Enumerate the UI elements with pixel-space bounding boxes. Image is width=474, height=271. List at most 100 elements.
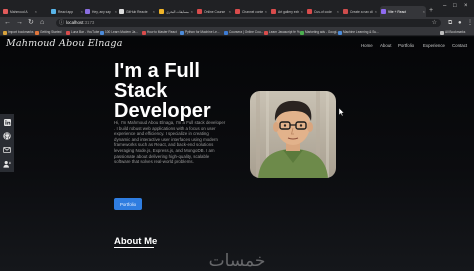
contact-icon[interactable] — [2, 159, 12, 169]
tab-favicon-icon — [197, 9, 202, 14]
about-heading: About Me — [114, 236, 158, 247]
nav-experience[interactable]: Experience — [423, 43, 445, 48]
tab-close-icon[interactable]: × — [301, 9, 303, 14]
tab-favicon-icon — [343, 9, 348, 14]
bookmark-item[interactable]: Coursera | Online Cou... — [224, 30, 263, 35]
tab-title: GitHub Reacte — [126, 9, 148, 14]
browser-tab[interactable]: Mahmoud A × — [2, 6, 38, 17]
portfolio-button[interactable]: Portfolio — [114, 198, 142, 210]
bookmark-item[interactable]: Getting Started — [35, 30, 61, 35]
bookmark-icon — [224, 30, 228, 35]
browser-tab[interactable]: Create a nav cli × — [342, 6, 378, 17]
khamsat-watermark: خمسات — [209, 251, 266, 271]
minimize-icon[interactable]: – — [443, 3, 446, 9]
tab-title: Art gallery exh — [278, 9, 300, 14]
linkedin-icon[interactable] — [2, 117, 12, 127]
mouse-cursor-icon — [339, 108, 345, 116]
tab-title: Online Course — [204, 9, 226, 14]
bookmark-item[interactable]: Luna Bar - YouTube — [66, 30, 99, 35]
nav-home[interactable]: Home — [361, 43, 373, 48]
bookmark-item[interactable]: How to Master React — [142, 30, 177, 35]
tab-favicon-icon — [307, 9, 312, 14]
tab-close-icon[interactable]: × — [191, 9, 193, 14]
tab-close-icon[interactable]: × — [423, 9, 425, 14]
tab-favicon-icon — [235, 9, 240, 14]
tab-favicon-icon — [381, 9, 386, 14]
tab-favicon-icon — [271, 9, 276, 14]
tab-title: Mahmoud A — [10, 9, 28, 14]
bookmarks-bar: Import bookmarks Getting Started Luna Ba… — [0, 29, 474, 36]
bookmark-item[interactable]: Marketing ads - Googl... — [300, 30, 339, 35]
browser-toolbar: ← → ↻ ⌂ ⓘ localhost:3173 ☆ ⧉ ● ⋮ — [0, 17, 474, 29]
tab-close-icon[interactable]: × — [229, 9, 231, 14]
maximize-icon[interactable]: □ — [453, 3, 457, 9]
bookmark-item[interactable]: 100 Learn Modern Ja... — [100, 30, 138, 35]
tab-title: Create a nav cli — [350, 9, 373, 14]
hero-title: I'm a Full Stack Developer — [114, 60, 211, 122]
browser-tab-strip: Mahmoud A × React app × Hey, any say × G… — [0, 0, 474, 17]
extensions-icon[interactable]: ⧉ — [448, 18, 452, 28]
tab-favicon-icon — [51, 9, 56, 14]
folder-icon — [440, 30, 444, 35]
browser-tab[interactable]: Hey, any say × — [84, 6, 118, 17]
site-info-icon[interactable]: ⓘ — [59, 20, 64, 26]
new-tab-icon[interactable]: + — [429, 7, 433, 14]
bookmark-icon — [264, 30, 268, 35]
home-icon[interactable]: ⌂ — [40, 18, 44, 28]
url-text: localhost:3173 — [66, 20, 95, 25]
tab-close-icon[interactable]: × — [153, 9, 155, 14]
back-icon[interactable]: ← — [4, 18, 11, 28]
hero-description: Hi, I'm Mahmoud Abou Elnaga, I'm a Full … — [114, 120, 226, 165]
address-bar[interactable]: ⓘ localhost:3173 ☆ — [56, 19, 441, 27]
bookmark-icon — [3, 30, 7, 35]
bookmark-icon — [66, 30, 70, 35]
page-viewport: Mahmoud Abou Elnaga Home About Portfolio… — [0, 37, 474, 271]
bookmark-item[interactable]: Machine Learning & Su... — [338, 30, 379, 35]
github-icon[interactable] — [2, 131, 12, 141]
developer-avatar — [250, 91, 336, 178]
nav-portfolio[interactable]: Portfolio — [398, 43, 414, 48]
profile-icon[interactable]: ● — [458, 18, 462, 28]
tab-close-icon[interactable]: × — [35, 9, 37, 14]
browser-tab[interactable]: Channel conte × — [234, 6, 268, 17]
reload-icon[interactable]: ↻ — [28, 18, 34, 28]
forward-icon[interactable]: → — [16, 18, 23, 28]
bookmark-icon — [300, 30, 304, 35]
bookmark-icon — [338, 30, 342, 35]
site-logo[interactable]: Mahmoud Abou Elnaga — [6, 38, 123, 49]
menu-icon[interactable]: ⋮ — [467, 18, 473, 28]
tab-close-icon[interactable]: × — [375, 9, 377, 14]
browser-tab[interactable]: Cus-of code × — [306, 6, 340, 17]
site-header: Mahmoud Abou Elnaga Home About Portfolio… — [0, 37, 474, 53]
svg-text:خمسات: خمسات — [209, 251, 266, 271]
tab-close-icon[interactable]: × — [81, 9, 83, 14]
mail-icon[interactable] — [2, 145, 12, 155]
tab-title: Channel conte — [242, 9, 264, 14]
nav-contact[interactable]: Contact — [452, 43, 467, 48]
browser-tab[interactable]: GitHub Reacte × — [118, 6, 156, 17]
bookmark-item[interactable]: Import bookmarks — [3, 30, 34, 35]
tab-favicon-icon — [3, 9, 8, 14]
nav-about[interactable]: About — [380, 43, 391, 48]
tab-favicon-icon — [85, 9, 90, 14]
browser-tab[interactable]: React app × — [50, 6, 84, 17]
tab-title: مسابقات البحري — [166, 9, 189, 14]
tab-close-icon[interactable]: × — [265, 9, 267, 14]
bookmark-icon — [142, 30, 146, 35]
browser-tab[interactable]: مسابقات البحري × — [158, 6, 194, 17]
social-sidebar — [0, 114, 14, 172]
tab-title: Hey, any say — [92, 9, 111, 14]
bookmark-item[interactable]: Python for Machine Le... — [180, 30, 220, 35]
tab-title: Cus-of code — [314, 9, 332, 14]
about-underline — [114, 247, 154, 248]
bookmark-star-icon[interactable]: ☆ — [432, 19, 437, 27]
tab-close-icon[interactable]: × — [115, 9, 117, 14]
close-window-icon[interactable]: × — [464, 3, 468, 9]
tab-favicon-icon — [159, 9, 164, 14]
all-bookmarks[interactable]: All Bookmarks — [440, 30, 465, 35]
browser-tab[interactable]: Online Course × — [196, 6, 232, 17]
browser-tab-active[interactable]: Vite + React × — [380, 6, 426, 17]
tab-close-icon[interactable]: × — [337, 9, 339, 14]
bookmark-item[interactable]: Learn Javascript fe %... — [264, 30, 302, 35]
browser-tab[interactable]: Art gallery exh × — [270, 6, 304, 17]
